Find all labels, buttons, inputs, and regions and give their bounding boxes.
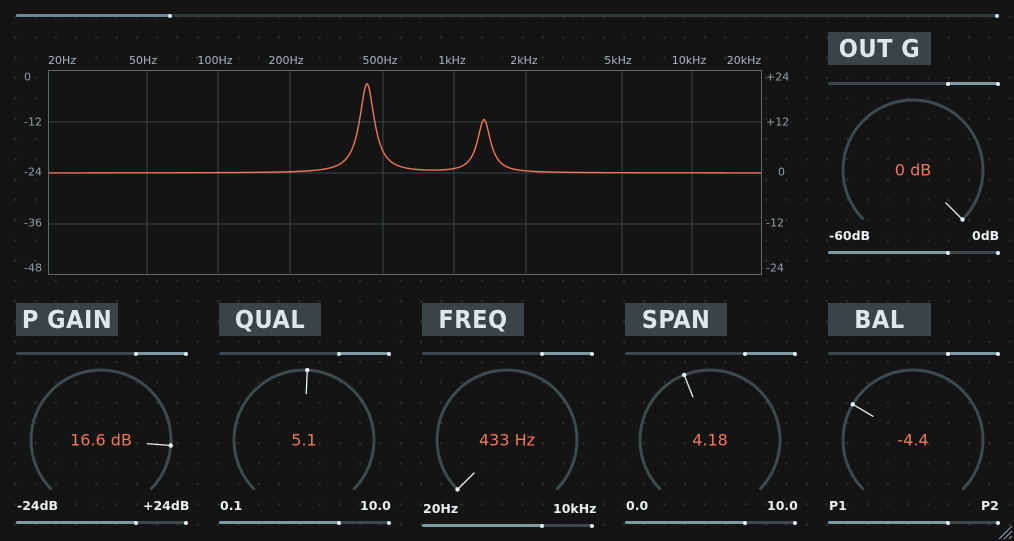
qual-max: 10.0	[360, 498, 391, 513]
out-g-min: -60dB	[829, 228, 871, 243]
freq-label-20hz: 20Hz	[47, 54, 77, 67]
db-right-label: +24	[766, 70, 790, 84]
qual-value: 5.1	[291, 430, 317, 450]
freq-slider-handle[interactable]	[540, 351, 544, 356]
out-g-bottom-slider-fill	[828, 251, 948, 254]
out-g-slider-end	[996, 81, 1000, 86]
db-left-label: -12	[24, 115, 42, 129]
freq-max: 10kHz	[553, 501, 597, 516]
db-right-label: 0	[778, 165, 785, 179]
bal-slider-end	[996, 351, 1000, 356]
out-g-label: OUT G	[828, 32, 931, 65]
span-max: 10.0	[767, 498, 798, 513]
db-right-label: -24	[766, 261, 784, 275]
db-left-label: 0	[24, 70, 31, 84]
span-knob-tip	[682, 372, 687, 378]
p-gain-label: P GAIN	[16, 303, 118, 336]
p-gain-slider-fill	[136, 352, 186, 355]
qual-bottom-slider-end	[387, 520, 391, 525]
span-slider-end	[793, 351, 797, 356]
qual-slider-fill	[339, 352, 389, 355]
qual-slider-end	[387, 351, 391, 356]
freq-label-100hz: 100Hz	[197, 54, 233, 67]
freq-label-10khz: 10kHz	[671, 54, 707, 67]
span-bottom-slider-end	[793, 520, 797, 525]
p-gain-knob-tip	[168, 443, 173, 448]
bal-bottom-slider-fill	[828, 521, 948, 524]
qual-knob-pointer	[305, 370, 308, 395]
qual-label: QUAL	[219, 303, 321, 336]
out-g-bottom-slider-end	[996, 250, 1000, 255]
top-scrollbar-end	[995, 13, 999, 18]
freq-label-500hz: 500Hz	[362, 54, 398, 67]
out-g-slider-handle[interactable]	[946, 81, 950, 86]
freq-slider-fill	[542, 352, 592, 355]
span-bottom-slider-fill	[625, 521, 745, 524]
bal-value: -4.4	[897, 430, 929, 450]
p-gain-bottom-slider-fill	[16, 521, 136, 524]
db-right-label: +12	[766, 115, 790, 129]
qual-slider-handle[interactable]	[337, 351, 341, 356]
out-g-max: 0dB	[972, 228, 1000, 243]
bal-slider-fill	[948, 352, 998, 355]
p-gain-knob-pointer	[146, 442, 171, 447]
span-slider-handle[interactable]	[743, 351, 747, 356]
span-bottom-slider-handle[interactable]	[743, 520, 747, 525]
span-label: SPAN	[625, 303, 727, 336]
freq-slider-end	[590, 351, 594, 356]
freq-bottom-slider-fill	[422, 524, 542, 527]
qual-min: 0.1	[220, 498, 243, 513]
freq-value: 433 Hz	[478, 430, 536, 450]
freq-label: FREQ	[422, 303, 524, 336]
freq-bottom-slider-end	[590, 523, 594, 528]
p-gain-bottom-slider-handle[interactable]	[134, 520, 138, 525]
bal-knob-tip	[850, 402, 855, 407]
top-scrollbar-fill	[16, 14, 170, 17]
freq-label-2khz: 2kHz	[510, 54, 538, 67]
qual-bottom-slider-handle[interactable]	[337, 520, 341, 525]
freq-min: 20Hz	[423, 501, 459, 516]
span-knob-pointer	[683, 374, 694, 398]
bal-knob-pointer	[852, 403, 874, 418]
eq-graph-svg	[49, 71, 761, 274]
out-g-knob-tip	[960, 217, 965, 222]
out-g-bottom-slider-handle[interactable]	[946, 250, 950, 255]
freq-knob-tip	[455, 487, 460, 492]
freq-label-50hz: 50Hz	[128, 54, 158, 67]
top-scrollbar-handle[interactable]	[168, 13, 172, 18]
bal-bottom-slider-handle[interactable]	[946, 520, 950, 525]
p-gain-min: -24dB	[17, 498, 59, 513]
db-left-label: -24	[24, 165, 42, 179]
freq-label-20khz: 20kHz	[726, 54, 762, 67]
freq-knob-pointer	[457, 472, 475, 490]
bal-label: BAL	[828, 303, 931, 336]
qual-knob-tip	[305, 367, 310, 373]
bal-max: P2	[981, 498, 999, 513]
p-gain-bottom-slider-end	[184, 520, 188, 525]
p-gain-slider-handle[interactable]	[134, 351, 138, 356]
p-gain-slider-end	[184, 351, 188, 356]
db-right-label: -12	[766, 216, 784, 230]
p-gain-value: 16.6 dB	[70, 430, 132, 450]
freq-label-5khz: 5kHz	[604, 54, 632, 67]
eq-graph[interactable]	[48, 70, 762, 275]
span-value: 4.18	[692, 430, 728, 450]
db-left-label: -36	[24, 216, 42, 230]
freq-label-200hz: 200Hz	[268, 54, 304, 67]
db-left-label: -48	[24, 261, 42, 275]
bal-slider-handle[interactable]	[946, 351, 950, 356]
freq-label-1khz: 1kHz	[438, 54, 466, 67]
out-g-knob-pointer	[945, 202, 963, 220]
freq-bottom-slider-handle[interactable]	[540, 523, 544, 528]
out-g-value: 0 dB	[894, 160, 932, 180]
out-g-slider-fill	[948, 82, 998, 85]
bal-min: P1	[829, 498, 847, 513]
resize-grip-icon[interactable]	[995, 522, 1013, 540]
span-slider-fill	[745, 352, 795, 355]
span-min: 0.0	[626, 498, 649, 513]
eq-response-curve	[49, 82, 761, 174]
qual-bottom-slider-fill	[219, 521, 339, 524]
p-gain-max: +24dB	[143, 498, 190, 513]
